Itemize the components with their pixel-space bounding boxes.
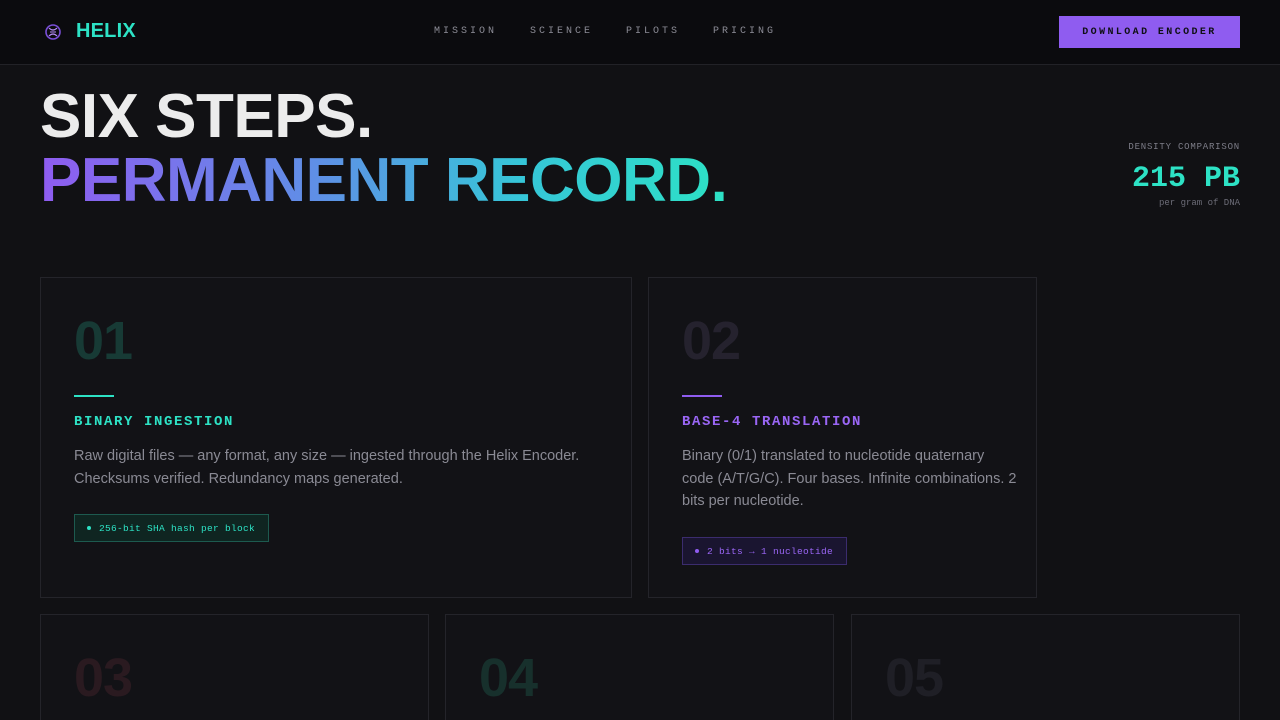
step-card-02: 02 BASE-4 TRANSLATION Binary (0/1) trans… <box>648 277 1037 598</box>
step-description-line: Binary (0/1) translated to nucleotide qu… <box>682 448 985 464</box>
top-navbar: HELIX MISSION SCIENCE PILOTS PRICING DOW… <box>0 0 1280 65</box>
step-card-01: 01 BINARY INGESTION Raw digital files — … <box>40 277 632 598</box>
nav-link-pricing[interactable]: PRICING <box>713 26 776 37</box>
step-number: 05 <box>885 648 944 708</box>
step-description-line: Raw digital files — any format, any size… <box>74 448 580 464</box>
step-number: 03 <box>74 648 133 708</box>
step-title: BASE-4 TRANSLATION <box>682 414 863 430</box>
step-number: 01 <box>74 311 133 371</box>
step-card-04: 04 <box>445 614 834 720</box>
download-encoder-button[interactable]: DOWNLOAD ENCODER <box>1059 16 1240 48</box>
nav-link-science[interactable]: SCIENCE <box>530 26 593 37</box>
density-stat: DENSITY COMPARISON 215 PB per gram of DN… <box>1128 142 1240 208</box>
density-label: DENSITY COMPARISON <box>1128 142 1240 152</box>
step-description: Binary (0/1) translated to nucleotide qu… <box>682 445 1016 513</box>
density-value: 215 PB <box>1131 162 1240 196</box>
step-title: BINARY INGESTION <box>74 414 235 430</box>
brand-logo-link[interactable]: HELIX <box>44 20 136 43</box>
step-tag: 256-bit SHA hash per block <box>74 514 270 542</box>
step-description-line: Checksums verified. Redundancy maps gene… <box>74 470 403 487</box>
step-card-03: 03 <box>40 614 429 720</box>
headline-line-1: SIX STEPS. <box>40 82 373 151</box>
nav-link-mission[interactable]: MISSION <box>434 26 497 37</box>
bullet-dot-icon <box>695 549 699 553</box>
step-tag-label: 256-bit SHA hash per block <box>99 522 256 534</box>
step-number: 02 <box>682 311 741 371</box>
step-description: Raw digital files — any format, any size… <box>74 445 579 490</box>
nav-link-pilots[interactable]: PILOTS <box>626 26 680 37</box>
step-tag: 2 bits → 1 nucleotide <box>682 537 848 565</box>
brand-name: HELIX <box>76 20 136 42</box>
step-description-line: bits per nucleotide. <box>682 493 804 509</box>
accent-rule <box>682 395 722 397</box>
step-tag-label: 2 bits → 1 nucleotide <box>707 545 834 557</box>
step-description-line: code (A/T/G/C). Four bases. Infinite com… <box>682 470 1017 487</box>
step-number: 04 <box>479 648 538 708</box>
dna-helix-icon <box>45 23 61 40</box>
density-subtext: per gram of DNA <box>1158 198 1240 208</box>
accent-rule <box>74 395 114 397</box>
headline-line-2: PERMANENT RECORD. <box>40 146 728 215</box>
step-card-05: 05 <box>851 614 1240 720</box>
main-nav: MISSION SCIENCE PILOTS PRICING <box>434 26 776 37</box>
bullet-dot-icon <box>87 526 91 530</box>
